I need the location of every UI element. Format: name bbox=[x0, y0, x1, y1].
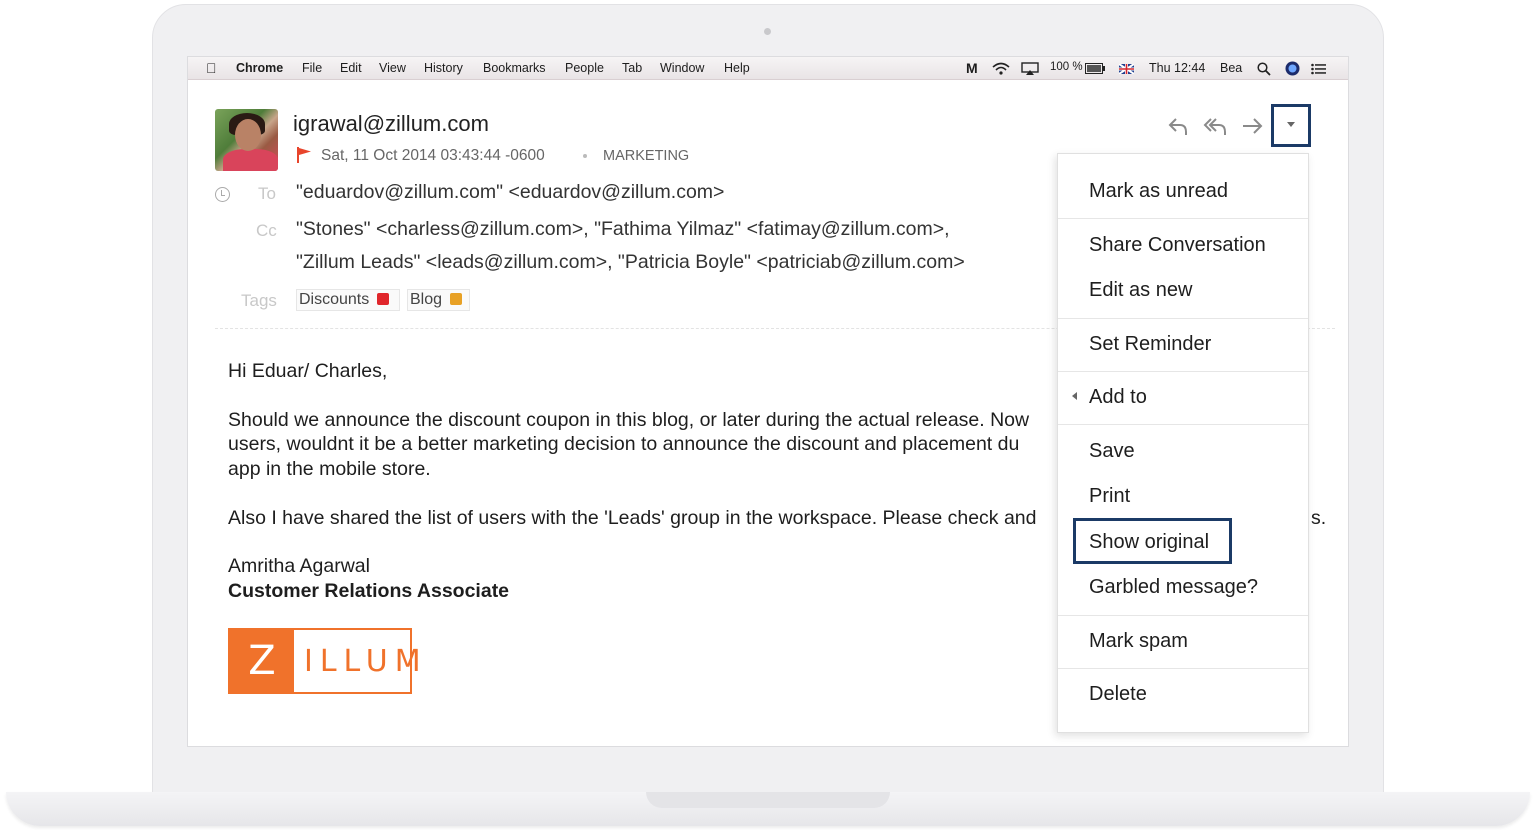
email-paragraph-2: Also I have shared the list of users wit… bbox=[228, 507, 1037, 529]
chevron-down-icon bbox=[1287, 122, 1295, 127]
menu-file[interactable]: File bbox=[302, 61, 322, 75]
battery-icon[interactable] bbox=[1085, 63, 1105, 74]
tag-name: Discounts bbox=[299, 291, 370, 308]
menu-tab[interactable]: Tab bbox=[622, 61, 642, 75]
menu-people[interactable]: People bbox=[565, 61, 604, 75]
menu-item-save[interactable]: Save bbox=[1089, 440, 1135, 463]
separator-dot bbox=[583, 154, 587, 158]
camera bbox=[764, 28, 771, 35]
menu-item-delete[interactable]: Delete bbox=[1089, 683, 1147, 706]
menu-bookmarks[interactable]: Bookmarks bbox=[483, 61, 546, 75]
menu-edit[interactable]: Edit bbox=[340, 61, 362, 75]
menu-separator bbox=[1058, 668, 1308, 669]
clock-icon[interactable] bbox=[215, 187, 230, 202]
battery-percent: 100 % bbox=[1050, 61, 1083, 73]
screen:  Chrome File Edit View History Bookmark… bbox=[187, 56, 1349, 747]
wifi-icon[interactable] bbox=[992, 62, 1010, 75]
menu-separator bbox=[1058, 318, 1308, 319]
menu-item-add-to[interactable]: Add to bbox=[1089, 386, 1147, 409]
reply-icon[interactable] bbox=[1167, 115, 1189, 137]
menu-view[interactable]: View bbox=[379, 61, 406, 75]
menu-history[interactable]: History bbox=[424, 61, 463, 75]
more-actions-menu: Mark as unread Share Conversation Edit a… bbox=[1057, 153, 1309, 733]
sender-avatar[interactable] bbox=[215, 109, 278, 171]
menu-separator bbox=[1058, 615, 1308, 616]
cc-recipients-line1[interactable]: "Stones" <charless@zillum.com>, "Fathima… bbox=[296, 218, 950, 241]
menubar-clock[interactable]: Thu 12:44 bbox=[1149, 61, 1205, 75]
menu-item-show-original[interactable]: Show original bbox=[1089, 531, 1209, 554]
email-paragraph-1-line-3: app in the mobile store. bbox=[228, 458, 431, 480]
email-date: Sat, 11 Oct 2014 03:43:44 -0600 bbox=[321, 147, 545, 164]
airplay-icon[interactable] bbox=[1021, 62, 1039, 76]
email-greeting: Hi Eduar/ Charles, bbox=[228, 360, 388, 382]
cc-label: Cc bbox=[256, 221, 277, 240]
menubar-user[interactable]: Bea bbox=[1220, 61, 1242, 75]
menu-window[interactable]: Window bbox=[660, 61, 704, 75]
menu-separator bbox=[1058, 371, 1308, 372]
menu-separator bbox=[1058, 424, 1308, 425]
menu-item-edit-as-new[interactable]: Edit as new bbox=[1089, 279, 1192, 302]
tag-chip-blog[interactable]: Blog bbox=[407, 289, 470, 311]
email-paragraph-1-line-2: users, wouldnt it be a better marketing … bbox=[228, 433, 1020, 455]
laptop-notch bbox=[646, 792, 890, 808]
spotlight-search-icon[interactable] bbox=[1257, 62, 1271, 76]
signature-title: Customer Relations Associate bbox=[228, 580, 510, 602]
more-actions-button[interactable] bbox=[1271, 104, 1311, 147]
to-label: To bbox=[258, 184, 276, 203]
reply-all-icon[interactable] bbox=[1202, 115, 1228, 137]
forward-icon[interactable] bbox=[1241, 115, 1265, 137]
signature-name: Amritha Agarwal bbox=[228, 555, 370, 577]
sender-email[interactable]: igrawal@zillum.com bbox=[293, 111, 489, 137]
submenu-arrow-icon bbox=[1072, 392, 1077, 400]
tags-label: Tags bbox=[241, 291, 277, 310]
apple-icon[interactable]:  bbox=[206, 60, 217, 76]
to-recipients[interactable]: "eduardov@zillum.com" <eduardov@zillum.c… bbox=[296, 181, 724, 204]
menu-app-name[interactable]: Chrome bbox=[236, 61, 283, 75]
menu-item-set-reminder[interactable]: Set Reminder bbox=[1089, 333, 1211, 356]
menu-separator bbox=[1058, 218, 1308, 219]
email-paragraph-2-tail: s. bbox=[1311, 507, 1327, 529]
menu-item-print[interactable]: Print bbox=[1089, 485, 1130, 508]
menu-item-garbled-message[interactable]: Garbled message? bbox=[1089, 576, 1258, 599]
menu-item-share-conversation[interactable]: Share Conversation bbox=[1089, 234, 1266, 257]
tag-name: Blog bbox=[410, 291, 443, 308]
cc-recipients-line2[interactable]: "Zillum Leads" <leads@zillum.com>, "Patr… bbox=[296, 251, 965, 274]
folder-label[interactable]: MARKETING bbox=[603, 148, 689, 164]
email-paragraph-1-line-1: Should we announce the discount coupon i… bbox=[228, 409, 1030, 431]
menu-help[interactable]: Help bbox=[724, 61, 750, 75]
notification-center-icon[interactable] bbox=[1311, 63, 1326, 75]
mac-menu-bar:  Chrome File Edit View History Bookmark… bbox=[188, 57, 1348, 80]
menu-item-mark-as-unread[interactable]: Mark as unread bbox=[1089, 180, 1228, 203]
tag-chip-discounts[interactable]: Discounts bbox=[296, 289, 400, 311]
tag-color-swatch bbox=[450, 293, 463, 305]
malwarebytes-icon[interactable]: M bbox=[966, 60, 978, 76]
tag-color-swatch bbox=[377, 293, 390, 305]
siri-icon[interactable] bbox=[1285, 61, 1300, 76]
flag-uk-icon[interactable] bbox=[1119, 64, 1134, 74]
flag-icon[interactable] bbox=[297, 147, 311, 163]
menu-item-mark-spam[interactable]: Mark spam bbox=[1089, 630, 1188, 653]
zillum-logo: Z ILLUM bbox=[228, 628, 421, 694]
